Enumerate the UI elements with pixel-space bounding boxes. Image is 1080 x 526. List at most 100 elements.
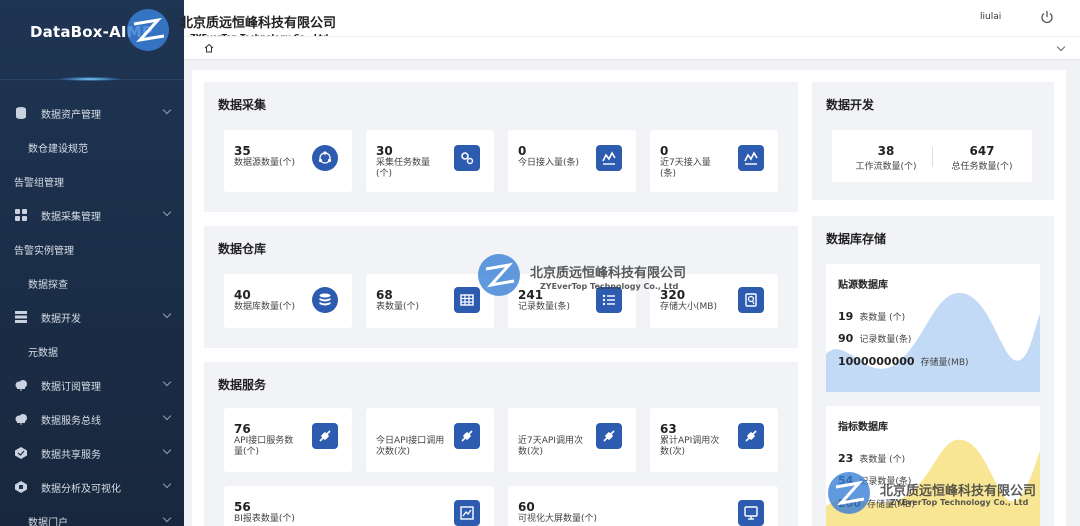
home-icon[interactable]	[204, 43, 214, 53]
database-icon	[312, 287, 338, 313]
disk-icon	[738, 287, 764, 313]
panel-title: 数据仓库	[218, 242, 267, 256]
chevron-down-icon	[162, 377, 172, 387]
stat-card[interactable]: 60 可视化大屏数量(个)	[508, 486, 778, 526]
chevron-down-icon	[162, 411, 172, 421]
power-icon[interactable]	[1040, 10, 1054, 24]
stat-label: 累计API调用次数(次)	[660, 436, 720, 457]
sidebar-menu: 数据资产管理 数仓建设规范 告警组管理 数据采集管理 告警实例管理 数据探查 数…	[0, 96, 184, 526]
stat-value: 0	[660, 144, 669, 158]
db-card-source[interactable]: 贴源数据库 19 表数量 (个) 90 记录数量(条) 1000000000 存储量(…	[826, 264, 1040, 392]
stat-card[interactable]: 0 今日接入量(条)	[508, 130, 636, 192]
stat-label: 数据库数量(个)	[234, 302, 296, 312]
stat-label: 记录数量(条)	[518, 302, 571, 312]
stat-card[interactable]: 56 BI报表数量(个)	[224, 486, 494, 526]
panel-title: 数据开发	[826, 98, 875, 112]
gears-icon	[454, 145, 480, 171]
sidebar-item-label: 数据采集管理	[41, 211, 101, 223]
stat-label: 可视化大屏数量(个)	[518, 514, 598, 524]
sidebar-item-analysis[interactable]: 数据分析及可视化	[0, 470, 184, 504]
stat-value: 320	[660, 288, 686, 302]
sidebar-item-metadata[interactable]: 元数据	[0, 334, 184, 368]
stat-value: 63	[660, 422, 677, 436]
stat-value: 56	[234, 500, 251, 514]
company-logo-icon	[127, 9, 169, 51]
chevron-down-icon	[162, 105, 172, 115]
sidebar-item-alert-instance[interactable]: 告警实例管理	[0, 232, 184, 266]
tab-bar	[184, 36, 1080, 60]
stat-label: 总任务数量(个)	[951, 162, 1013, 172]
stat-label: 表数量(个)	[376, 302, 420, 312]
db-row: 23 表数量 (个)	[838, 452, 906, 465]
chevron-down-icon	[162, 445, 172, 455]
user-name[interactable]: liulai	[980, 12, 1001, 22]
chevron-down-icon	[162, 513, 172, 523]
sidebar-item-label: 数据订阅管理	[41, 381, 101, 393]
stat-card[interactable]: 241 记录数量(条)	[508, 274, 636, 328]
stat-label: BI报表数量(个)	[234, 514, 295, 524]
stat-label: 近7天API调用次数(次)	[518, 436, 583, 457]
company-name-cn: 北京质远恒峰科技有限公司	[180, 16, 337, 31]
db-card-metric[interactable]: 指标数据库 23 表数量 (个) 54 记录数量(条) 200 存储量(MB)	[826, 406, 1040, 526]
sidebar-item-label: 数据分析及可视化	[41, 483, 121, 495]
sidebar-item-data-dev[interactable]: 数据开发	[0, 300, 184, 334]
sidebar-item-label: 元数据	[28, 347, 58, 359]
server-icon	[14, 310, 28, 324]
sidebar-item-service-bus[interactable]: 数据服务总线	[0, 402, 184, 436]
sidebar-item-subscription[interactable]: 数据订阅管理	[0, 368, 184, 402]
panel-data-services: 数据服务 76 API接口服务数量(个) 今日API接口调用次数(次) 近7天A…	[204, 362, 798, 526]
stat-card[interactable]: 68 表数量(个)	[366, 274, 494, 328]
db-row: 54 记录数量(条)	[838, 474, 912, 487]
sidebar-item-label: 数仓建设规范	[28, 143, 88, 155]
panel-data-dev: 数据开发 38 工作流数量(个) 647 总任务数量(个)	[812, 82, 1054, 200]
sidebar-item-label: 数据共享服务	[41, 449, 101, 461]
plug-icon	[454, 423, 480, 449]
panel-title: 数据服务	[218, 378, 267, 392]
report-icon	[454, 500, 480, 526]
stat-card[interactable]: 40 数据库数量(个)	[224, 274, 352, 328]
panel-title: 数据库存储	[826, 232, 887, 246]
sidebar-item-label: 告警组管理	[14, 177, 64, 189]
stat-card[interactable]: 76 API接口服务数量(个)	[224, 408, 352, 472]
share-icon	[14, 446, 28, 460]
stat-card[interactable]: 30 采集任务数量(个)	[366, 130, 494, 192]
sidebar-item-alert-group[interactable]: 告警组管理	[0, 164, 184, 198]
stat-card[interactable]: 35 数据源数量(个)	[224, 130, 352, 192]
stat-card[interactable]: 近7天API调用次数(次)	[508, 408, 636, 472]
sidebar-item-warehouse-spec[interactable]: 数仓建设规范	[0, 130, 184, 164]
monitor-icon	[738, 500, 764, 526]
plug-icon	[738, 423, 764, 449]
stat-card[interactable]: 0 近7天接入量(条)	[650, 130, 778, 192]
stat-card[interactable]: 320 存储大小(MB)	[650, 274, 778, 328]
stat-value: 68	[376, 288, 393, 302]
stat-label: 数据源数量(个)	[234, 158, 296, 168]
stat-label: 采集任务数量(个)	[376, 158, 431, 179]
chevron-down-icon[interactable]	[1056, 42, 1066, 52]
sidebar-item-portal[interactable]: 数据门户	[0, 504, 184, 526]
stat-value: 40	[234, 288, 251, 302]
sidebar: DataBox-AIMP 数据资产管理 数仓建设规范 告警组管理 数据采集管理	[0, 0, 184, 526]
panel-data-warehouse: 数据仓库 40 数据库数量(个) 68 表数量(个) 241 记录数量(条) 3…	[204, 226, 798, 348]
dashboard-content: 数据采集 35 数据源数量(个) 30 采集任务数量(个) 0 今日接入量(条)…	[192, 70, 1066, 526]
dev-stats-card[interactable]: 38 工作流数量(个) 647 总任务数量(个)	[832, 130, 1032, 182]
cloud-icon	[14, 412, 28, 426]
stat-card[interactable]: 今日API接口调用次数(次)	[366, 408, 494, 472]
top-header: 北京质远恒峰科技有限公司 ZYEverTop Technology Co., L…	[180, 0, 1080, 42]
db-row: 1000000000 存储量(MB)	[838, 355, 969, 368]
sidebar-item-label: 数据服务总线	[41, 415, 101, 427]
sidebar-item-label: 数据探查	[28, 279, 68, 291]
stat-label: 工作流数量(个)	[855, 162, 917, 172]
sidebar-item-data-probe[interactable]: 数据探查	[0, 266, 184, 300]
db-row: 90 记录数量(条)	[838, 332, 912, 345]
sidebar-item-asset-management[interactable]: 数据资产管理	[0, 96, 184, 130]
sidebar-item-share-service[interactable]: 数据共享服务	[0, 436, 184, 470]
stat-value: 35	[234, 144, 251, 158]
table-icon	[454, 287, 480, 313]
sidebar-item-collect-management[interactable]: 数据采集管理	[0, 198, 184, 232]
stat-label: 今日API接口调用次数(次)	[376, 436, 445, 457]
stat-label: 今日接入量(条)	[518, 158, 580, 168]
stat-card[interactable]: 63 累计API调用次数(次)	[650, 408, 778, 472]
chart-icon	[14, 480, 28, 494]
database-icon	[14, 106, 28, 120]
stat-value: 60	[518, 500, 535, 514]
